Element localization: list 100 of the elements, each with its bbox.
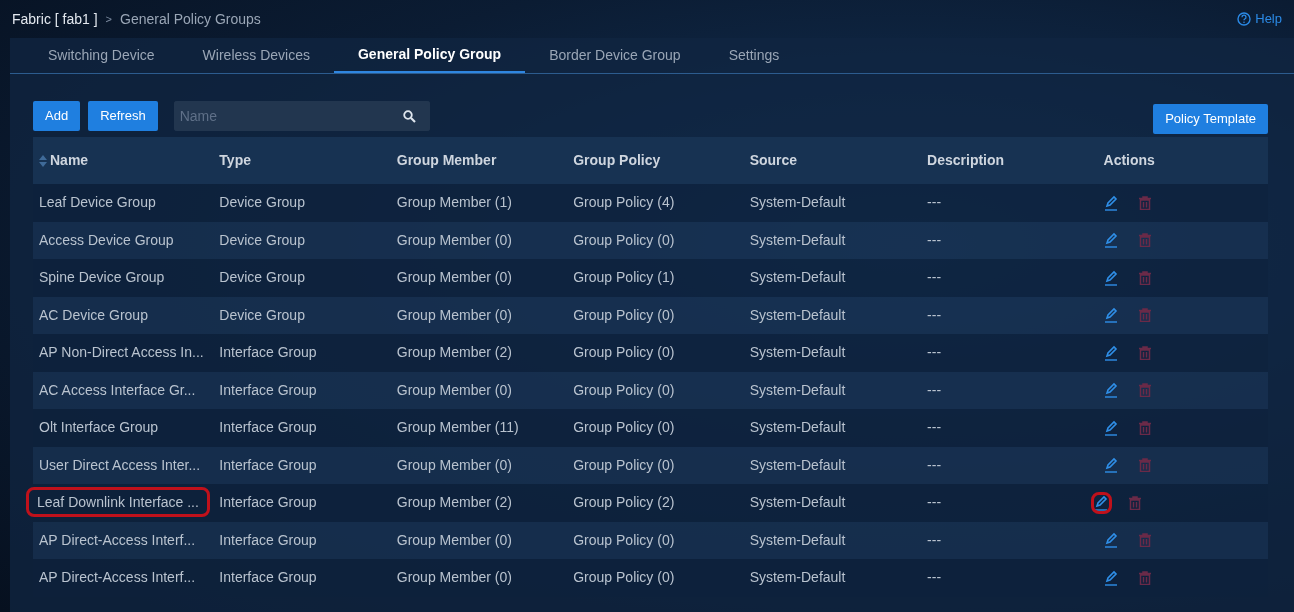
column-header: Description <box>921 137 1098 184</box>
name-cell: AC Access Interface Gr... <box>33 371 214 409</box>
edit-button[interactable] <box>1103 532 1119 549</box>
type-cell: Device Group <box>213 296 391 334</box>
search-icon[interactable] <box>402 110 416 123</box>
description-cell: --- <box>921 259 1098 297</box>
name-cell: AP Direct-Access Interf... <box>33 521 214 559</box>
edit-button[interactable] <box>1103 307 1119 324</box>
trash-icon <box>1138 308 1151 323</box>
pencil-icon <box>1103 194 1119 211</box>
pencil-icon <box>1103 232 1119 249</box>
tab[interactable]: Settings <box>704 37 804 73</box>
trash-icon <box>1138 270 1151 285</box>
member-cell: Group Member (0) <box>390 371 568 409</box>
source-cell: System-Default <box>743 221 922 259</box>
member-cell: Group Member (1) <box>390 184 568 222</box>
description-cell: --- <box>921 296 1098 334</box>
pencil-icon <box>1103 419 1119 436</box>
description-cell: --- <box>921 371 1098 409</box>
pencil-icon <box>1103 457 1119 474</box>
description-cell: --- <box>921 484 1098 522</box>
edit-button[interactable] <box>1103 419 1119 436</box>
type-cell: Device Group <box>213 184 391 222</box>
add-button[interactable]: Add <box>33 101 81 131</box>
column-header: Group Member <box>390 137 568 184</box>
pencil-icon <box>1103 569 1119 586</box>
column-header: Group Policy <box>567 137 744 184</box>
name-cell: Leaf Device Group <box>33 184 214 222</box>
member-cell: Group Member (0) <box>390 446 568 484</box>
type-cell: Interface Group <box>213 521 391 559</box>
source-cell: System-Default <box>743 259 922 297</box>
tab[interactable]: Border Device Group <box>525 37 705 73</box>
help-link[interactable]: Help <box>1237 9 1282 29</box>
column-header: Type <box>213 137 391 184</box>
description-cell: --- <box>921 446 1098 484</box>
member-cell: Group Member (0) <box>390 221 568 259</box>
edit-button[interactable] <box>1103 382 1119 399</box>
pencil-icon <box>1103 344 1119 361</box>
column-header: Actions <box>1097 137 1268 184</box>
source-cell: System-Default <box>743 296 922 334</box>
edit-button[interactable] <box>1103 194 1119 211</box>
edit-button[interactable] <box>1103 457 1119 474</box>
name-cell: Access Device Group <box>33 221 214 259</box>
edit-button[interactable] <box>1103 232 1119 249</box>
member-cell: Group Member (2) <box>390 484 568 522</box>
policy-cell: Group Policy (2) <box>567 484 744 522</box>
tab[interactable]: General Policy Group <box>333 37 526 73</box>
trash-icon <box>1138 195 1151 210</box>
column-header: Source <box>743 137 922 184</box>
policy-cell: Group Policy (0) <box>567 521 744 559</box>
member-cell: Group Member (2) <box>390 334 568 372</box>
type-cell: Interface Group <box>213 334 391 372</box>
name-cell: AC Device Group <box>33 296 214 334</box>
policy-cell: Group Policy (0) <box>567 334 744 372</box>
edit-button[interactable] <box>1103 344 1119 361</box>
tab[interactable]: Wireless Devices <box>178 37 334 73</box>
description-cell: --- <box>921 521 1098 559</box>
policy-cell: Group Policy (0) <box>567 221 744 259</box>
breadcrumb-root[interactable]: Fabric [ fab1 ] <box>12 8 98 30</box>
description-cell: --- <box>921 184 1098 222</box>
policy-cell: Group Policy (0) <box>567 446 744 484</box>
type-cell: Device Group <box>213 221 391 259</box>
trash-icon <box>1138 383 1151 398</box>
source-cell: System-Default <box>743 184 922 222</box>
edit-button[interactable] <box>1093 494 1109 511</box>
name-cell: AP Non-Direct Access In... <box>33 334 214 372</box>
source-cell: System-Default <box>743 446 922 484</box>
policy-template-button[interactable]: Policy Template <box>1153 104 1268 134</box>
pencil-icon <box>1093 494 1109 511</box>
search-field[interactable]: Name <box>173 101 430 131</box>
tab[interactable]: Switching Device <box>24 37 179 73</box>
policy-cell: Group Policy (4) <box>567 184 744 222</box>
trash-icon <box>1138 533 1151 548</box>
policy-cell: Group Policy (0) <box>567 371 744 409</box>
trash-icon <box>1138 233 1151 248</box>
breadcrumb-current: General Policy Groups <box>120 9 261 29</box>
trash-icon <box>1138 420 1151 435</box>
member-cell: Group Member (0) <box>390 521 568 559</box>
pencil-icon <box>1103 382 1119 399</box>
type-cell: Interface Group <box>213 371 391 409</box>
column-header[interactable]: Name <box>33 137 214 184</box>
refresh-button[interactable]: Refresh <box>88 101 158 131</box>
member-cell: Group Member (0) <box>390 296 568 334</box>
edit-button[interactable] <box>1103 569 1119 586</box>
policy-cell: Group Policy (1) <box>567 259 744 297</box>
sort-icon[interactable] <box>39 155 47 168</box>
trash-icon <box>1128 495 1141 510</box>
source-cell: System-Default <box>743 521 922 559</box>
trash-icon <box>1138 570 1151 585</box>
trash-icon <box>1138 345 1151 360</box>
help-icon <box>1237 12 1252 26</box>
highlighted-name: Leaf Downlink Interface ... <box>29 490 207 515</box>
trash-icon <box>1138 458 1151 473</box>
edit-button[interactable] <box>1103 269 1119 286</box>
source-cell: System-Default <box>743 371 922 409</box>
pencil-icon <box>1103 532 1119 549</box>
pencil-icon <box>1103 269 1119 286</box>
member-cell: Group Member (0) <box>390 259 568 297</box>
source-cell: System-Default <box>743 334 922 372</box>
source-cell: System-Default <box>743 484 922 522</box>
